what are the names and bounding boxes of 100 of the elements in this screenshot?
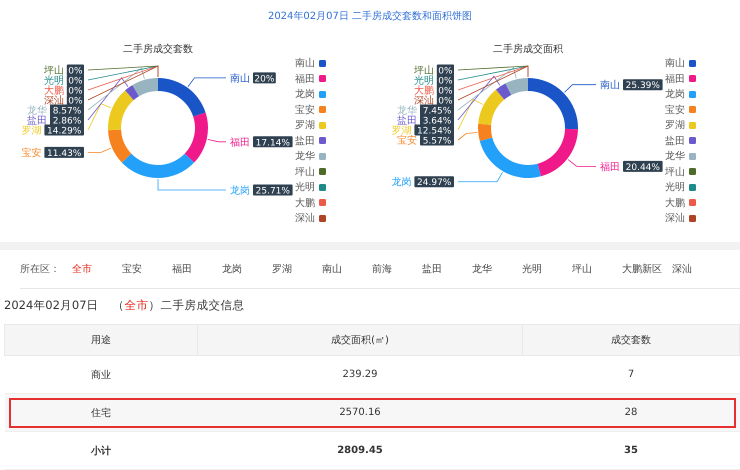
value-label: 0%	[436, 84, 454, 96]
leader-line	[88, 148, 112, 153]
district-tab[interactable]: 福田	[172, 262, 222, 276]
data-label: 2.86%	[52, 116, 82, 126]
value-label: 24.97%	[414, 176, 454, 188]
legend-label[interactable]: 深汕	[665, 211, 685, 226]
district-tab[interactable]: 宝安	[122, 262, 172, 276]
category-label: 光明	[414, 76, 434, 86]
legend-label[interactable]: 福田	[295, 72, 315, 86]
legend-label[interactable]: 盐田	[295, 134, 315, 148]
district-tab[interactable]: 龙岗	[222, 262, 272, 276]
value-label: 2.86%	[50, 114, 84, 126]
leader-line	[458, 172, 503, 182]
category-label: 罗湖	[391, 126, 412, 136]
leader-line	[564, 84, 596, 93]
category-label: 坪山	[44, 66, 64, 76]
value-label: 0%	[436, 94, 454, 106]
legend-label[interactable]: 光明	[295, 180, 315, 194]
category-label: 宝安	[21, 148, 42, 159]
category-label: 宝安	[397, 136, 417, 146]
category-label: 龙华	[397, 106, 417, 116]
value-label: 0%	[436, 64, 454, 76]
value-label: 3.64%	[420, 114, 454, 126]
data-label: 25.39%	[626, 81, 660, 92]
value-label: 0%	[66, 64, 84, 76]
category-label: 福田	[230, 137, 250, 148]
data-label: 11.43%	[47, 148, 82, 159]
district-tab[interactable]: 龙华	[472, 262, 522, 276]
legend-label[interactable]: 大鹏	[665, 196, 685, 210]
value-label: 25.71%	[253, 184, 293, 196]
legend-label[interactable]: 坪山	[295, 164, 315, 179]
table-cell: 2570.16	[198, 394, 522, 432]
value-label: 25.39%	[623, 79, 663, 92]
date-text: 2024年02月07日	[4, 298, 99, 314]
district-tab[interactable]: 坪山	[572, 262, 622, 276]
category-label: 深汕	[44, 96, 64, 106]
data-label: 12.54%	[417, 126, 452, 136]
legend-label[interactable]: 宝安	[295, 102, 315, 117]
value-label: 14.29%	[44, 124, 84, 136]
leader-line	[158, 178, 226, 190]
legend-label[interactable]: 龙华	[665, 149, 685, 164]
data-label: 3.64%	[422, 116, 452, 126]
category-label: 龙岗	[230, 186, 250, 196]
district-tab[interactable]: 光明	[522, 262, 572, 276]
legend-label[interactable]: 福田	[665, 72, 685, 86]
legend-label[interactable]: 龙岗	[295, 87, 315, 102]
district-tab[interactable]: 全市	[72, 262, 122, 276]
legend-label[interactable]: 盐田	[665, 134, 685, 148]
chart-title: 二手房成交面积	[493, 44, 563, 55]
legend-label[interactable]: 龙华	[295, 149, 315, 164]
category-label: 南山	[600, 80, 620, 92]
leader-line	[188, 77, 226, 88]
legend-label[interactable]: 深汕	[295, 211, 315, 226]
value-label: 0%	[66, 94, 84, 106]
leader-line	[568, 159, 596, 167]
district-tab[interactable]: 大鹏新区	[622, 262, 672, 276]
category-label: 龙岗	[391, 177, 412, 188]
district-tab[interactable]: 深汕	[672, 262, 722, 276]
leader-line	[458, 132, 478, 140]
value-label: 11.43%	[44, 146, 84, 159]
value-label: 5.57%	[420, 134, 454, 146]
table-cell: 小计	[4, 432, 198, 470]
legend-label[interactable]: 坪山	[665, 164, 685, 179]
category-label: 福田	[600, 162, 620, 173]
data-label: 17.14%	[256, 138, 290, 148]
table-cell: 住宅	[4, 394, 198, 432]
chart-title: 二手房成交套数	[123, 44, 193, 55]
value-label: 20%	[253, 72, 276, 84]
category-label: 罗湖	[21, 126, 42, 136]
value-label: 7.45%	[420, 104, 454, 116]
column-header: 成交套数	[522, 324, 740, 356]
legend-label[interactable]: 南山	[295, 56, 315, 70]
data-label: 25.71%	[256, 186, 290, 196]
district-tab[interactable]: 盐田	[422, 262, 472, 276]
legend-label[interactable]: 南山	[665, 56, 685, 70]
category-label: 大鹏	[44, 86, 64, 96]
value-label: 17.14%	[253, 136, 293, 148]
leader-line	[207, 138, 226, 142]
category-label: 光明	[44, 76, 64, 86]
column-header: 用途	[4, 324, 198, 356]
legend-label[interactable]: 罗湖	[665, 118, 685, 132]
legend-label[interactable]: 光明	[665, 180, 685, 194]
column-header: 成交面积(㎡)	[198, 324, 522, 356]
table-cell: 35	[522, 432, 740, 470]
category-label: 南山	[230, 73, 250, 84]
category-label: 盐田	[397, 116, 417, 126]
district-tab[interactable]: 南山	[322, 262, 372, 276]
value-label: 8.57%	[50, 104, 84, 116]
legend-label[interactable]: 宝安	[665, 102, 685, 117]
value-label: 12.54%	[414, 124, 454, 136]
district-tab[interactable]: 罗湖	[272, 262, 322, 276]
value-label: 20.44%	[623, 160, 663, 173]
legend-label[interactable]: 大鹏	[295, 196, 315, 210]
heading-text: （	[112, 298, 125, 314]
category-label: 深汕	[414, 96, 434, 106]
district-tab[interactable]: 前海	[372, 262, 422, 276]
data-label: 14.29%	[47, 126, 82, 136]
legend-label[interactable]: 龙岗	[665, 87, 685, 102]
filter-label: 所在区：	[20, 262, 60, 276]
legend-label[interactable]: 罗湖	[295, 118, 315, 132]
